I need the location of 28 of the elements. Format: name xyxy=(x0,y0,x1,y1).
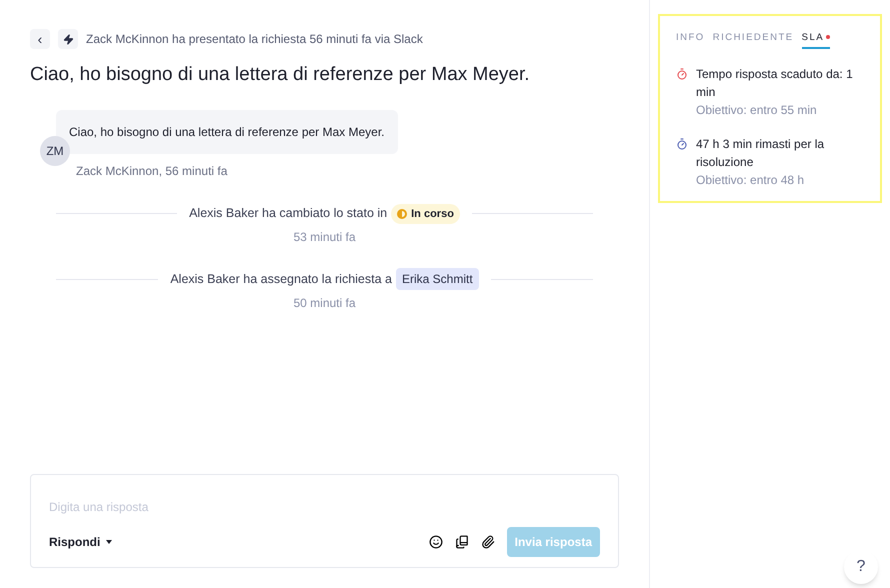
request-summary: Zack McKinnon ha presentato la richiesta 56 minuti fa via Slack xyxy=(86,31,423,48)
sla-goal: Obiettivo: entro 48 h xyxy=(696,172,806,190)
knowledge-button[interactable] xyxy=(454,535,469,549)
sla-goal: Obiettivo: entro 55 min xyxy=(696,102,818,120)
request-title: Ciao, ho bisogno di una lettera di referenze per Max Meyer. xyxy=(30,63,531,87)
event-time: 53 minuti fa xyxy=(293,229,356,246)
avatar: ZM xyxy=(40,136,70,166)
books-icon xyxy=(454,535,469,549)
event-text: Alexis Baker ha assegnato la richiesta a xyxy=(170,270,392,288)
sla-status: 47 h 3 min rimasti per la risoluzione xyxy=(696,136,826,172)
status-badge: In corso xyxy=(391,204,460,224)
channel-button[interactable] xyxy=(58,29,78,49)
attach-button[interactable] xyxy=(480,535,495,549)
help-button[interactable]: ? xyxy=(844,550,878,584)
panel-tab[interactable]: SLA xyxy=(802,31,830,50)
assignee-badge: Erika Schmitt xyxy=(396,268,479,290)
event-time: 50 minuti fa xyxy=(293,295,356,312)
reply-mode-dropdown[interactable]: Rispondi xyxy=(49,533,112,551)
sla-status: Tempo risposta scaduto da: 1 min xyxy=(696,66,854,102)
caret-icon xyxy=(106,540,112,544)
lightning-icon xyxy=(62,34,74,44)
event-text: Alexis Baker ha cambiato lo stato in xyxy=(189,205,388,222)
back-button[interactable]: ‹ xyxy=(30,29,50,49)
message-meta: Zack McKinnon, 56 minuti fa xyxy=(75,162,228,180)
paperclip-icon xyxy=(480,535,495,549)
emoji-button[interactable] xyxy=(428,535,443,549)
smiley-icon xyxy=(428,535,443,549)
reply-field[interactable]: Digita una risposta xyxy=(49,498,600,516)
